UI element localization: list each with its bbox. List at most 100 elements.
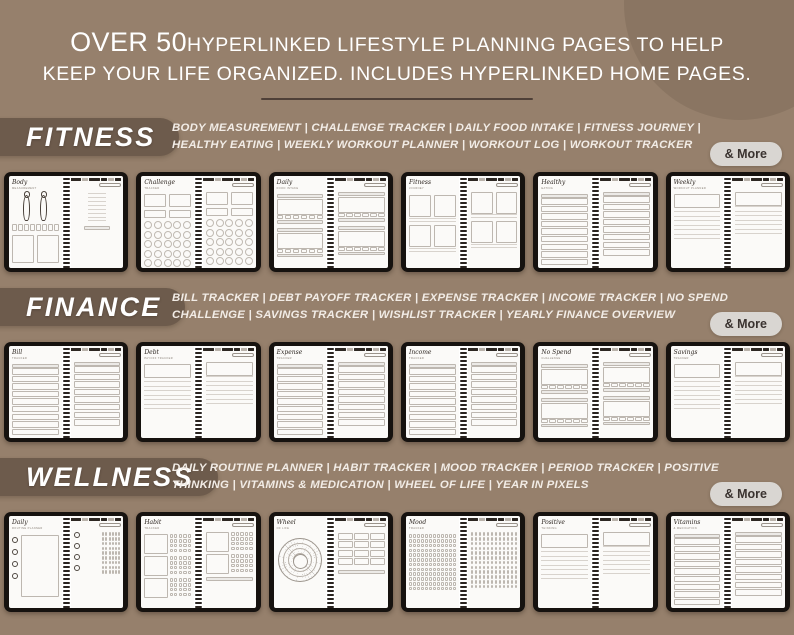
cell-grid xyxy=(276,368,324,436)
planner-spread: Daily ROUTINE PLANNER xyxy=(9,516,124,609)
planner-spread: Weekly WORKOUT PLANNER xyxy=(670,176,785,269)
planner-page-subtitle: TRACKER xyxy=(673,357,689,361)
category-pill-fitness[interactable]: FITNESS xyxy=(0,118,180,157)
cell-grid xyxy=(338,533,385,565)
category-label: FINANCE xyxy=(26,291,162,322)
planner-tab-bar xyxy=(335,518,386,521)
spiral-binding xyxy=(61,176,71,269)
planner-spread: Body MEASUREMENT xyxy=(9,176,124,269)
tablet-preview[interactable]: Body MEASUREMENT xyxy=(4,172,129,273)
cell-grid xyxy=(276,248,324,253)
tablet-preview[interactable]: Habit TRACKER xyxy=(136,512,261,613)
tablet-preview[interactable]: Vitamins & MEDICATION xyxy=(665,512,790,613)
tablet-preview[interactable]: Healthy EATING xyxy=(533,172,658,273)
planner-tab-bar xyxy=(732,178,783,181)
planner-page-title: Daily xyxy=(276,179,293,187)
planner-page-left: Bill TRACKER xyxy=(9,346,62,438)
more-badge-wellness[interactable]: & More xyxy=(709,482,782,507)
tablet-preview[interactable]: Challenge TRACKER xyxy=(136,172,261,273)
tablet-preview[interactable]: Positive THINKING xyxy=(533,512,658,613)
category-pill-finance[interactable]: FINANCE xyxy=(0,288,186,327)
category-description-line-2: HEALTHY EATING | WEEKLY WORKOUT PLANNER … xyxy=(172,139,693,152)
tablet-preview[interactable]: Daily FOOD INTAKE xyxy=(268,172,393,273)
planner-page-left: Positive THINKING xyxy=(538,516,591,608)
tablet-preview[interactable]: Bill TRACKER xyxy=(4,342,129,443)
planner-page-subtitle: PAYOFF TRACKER xyxy=(144,357,173,361)
category-description-line-1: BILL TRACKER | DEBT PAYOFF TRACKER | EXP… xyxy=(172,292,729,305)
planner-page-subtitle: MEASUREMENT xyxy=(12,187,37,191)
planner-page-right xyxy=(70,176,124,268)
category-description-finance: BILL TRACKER | DEBT PAYOFF TRACKER | EXP… xyxy=(172,290,728,325)
cell-grid xyxy=(541,198,588,266)
section-wellness: WELLNESS DAILY ROUTINE PLANNER | HABIT TR… xyxy=(0,456,794,613)
cell-grid xyxy=(470,532,518,589)
tablet-preview[interactable]: Fitness JOURNEY xyxy=(400,172,526,273)
spiral-binding xyxy=(458,516,468,609)
planner-tab-bar xyxy=(732,518,783,521)
planner-page-left: Wheel OF LIFE xyxy=(274,516,327,608)
planner-page-subtitle: TRACKER xyxy=(276,357,292,361)
category-description-line-2: CHALLENGE | SAVINGS TRACKER | WISHLIST T… xyxy=(172,309,676,322)
category-label: WELLNESS xyxy=(26,461,194,492)
planner-tab-bar xyxy=(599,348,651,351)
planner-page-subtitle: & MEDICATION xyxy=(673,527,697,531)
tablet-preview[interactable]: Weekly WORKOUT PLANNER xyxy=(665,172,790,273)
cell-grid xyxy=(470,366,518,426)
planner-page-left: Savings TRACKER xyxy=(671,346,724,438)
planner-tab-bar xyxy=(203,518,254,521)
cell-grid xyxy=(602,196,650,256)
page-header: OVER 50HYPERLINKED LIFESTYLE PLANNING PA… xyxy=(0,0,794,101)
spiral-binding xyxy=(723,346,733,439)
cell-grid xyxy=(102,532,121,574)
tablet-preview[interactable]: Daily ROUTINE PLANNER xyxy=(4,512,129,613)
planner-page-right xyxy=(467,516,521,608)
cell-grid xyxy=(338,213,385,218)
planner-tab-bar xyxy=(467,348,519,351)
cell-grid xyxy=(73,366,121,426)
ruled-lines xyxy=(735,376,782,404)
planner-page-right xyxy=(599,176,653,268)
planner-page-subtitle: JOURNEY xyxy=(408,187,425,191)
tablet-preview[interactable]: Debt PAYOFF TRACKER xyxy=(136,342,261,443)
spiral-binding xyxy=(590,346,600,439)
planner-page-subtitle: EATING xyxy=(541,187,554,191)
tablet-preview[interactable]: No Spend CHALLENGE xyxy=(533,342,658,443)
planner-tab-bar xyxy=(203,178,254,181)
section-header-finance: FINANCE BILL TRACKER | DEBT PAYOFF TRACKE… xyxy=(0,286,794,342)
planner-page-subtitle: THINKING xyxy=(541,527,557,531)
planner-page-right xyxy=(203,176,256,268)
sections-container: FITNESS BODY MEASUREMENT | CHALLENGE TRAC… xyxy=(0,116,794,613)
planner-tab-bar xyxy=(467,518,519,521)
planner-page-subtitle: TRACKER xyxy=(12,357,28,361)
planner-page-left: Habit TRACKER xyxy=(141,516,194,608)
ruled-lines xyxy=(673,381,721,409)
spiral-binding xyxy=(194,176,203,269)
planner-page-right xyxy=(467,346,521,438)
spiral-binding xyxy=(326,176,336,269)
header-line-2: KEEP YOUR LIFE ORGANIZED. INCLUDES HYPER… xyxy=(42,63,752,86)
tablet-preview[interactable]: Income TRACKER xyxy=(400,342,526,443)
ruled-lines xyxy=(408,218,456,222)
more-badge-finance[interactable]: & More xyxy=(709,312,782,337)
tablet-preview[interactable]: Wheel OF LIFE xyxy=(268,512,393,613)
planner-page-left: Debt PAYOFF TRACKER xyxy=(141,346,194,438)
cell-grid xyxy=(169,534,191,553)
planner-page-left: Daily FOOD INTAKE xyxy=(274,176,327,268)
tablet-preview[interactable]: Mood TRACKER xyxy=(400,512,526,613)
planner-page-title: Weekly xyxy=(673,179,696,187)
cell-grid xyxy=(602,383,650,388)
planner-page-right xyxy=(732,516,785,608)
more-badge-fitness[interactable]: & More xyxy=(709,142,782,167)
planner-page-subtitle: CHALLENGE xyxy=(541,357,561,361)
tablet-preview[interactable]: Savings TRACKER xyxy=(665,342,790,443)
planner-spread: Daily FOOD INTAKE xyxy=(273,176,388,269)
circle-grid xyxy=(206,219,253,266)
category-description-wellness: DAILY ROUTINE PLANNER | HABIT TRACKER | … xyxy=(172,460,719,495)
planner-spread: Expense TRACKER xyxy=(273,346,388,439)
spiral-binding xyxy=(194,346,203,439)
planner-page-subtitle: FOOD INTAKE xyxy=(276,187,299,191)
planner-spread: Challenge TRACKER xyxy=(141,176,256,269)
tablet-preview[interactable]: Expense TRACKER xyxy=(268,342,393,443)
category-description-line-2: THINKING | VITAMINS & MEDICATION | WHEEL… xyxy=(172,479,589,492)
planner-page-left: Body MEASUREMENT xyxy=(9,176,62,268)
